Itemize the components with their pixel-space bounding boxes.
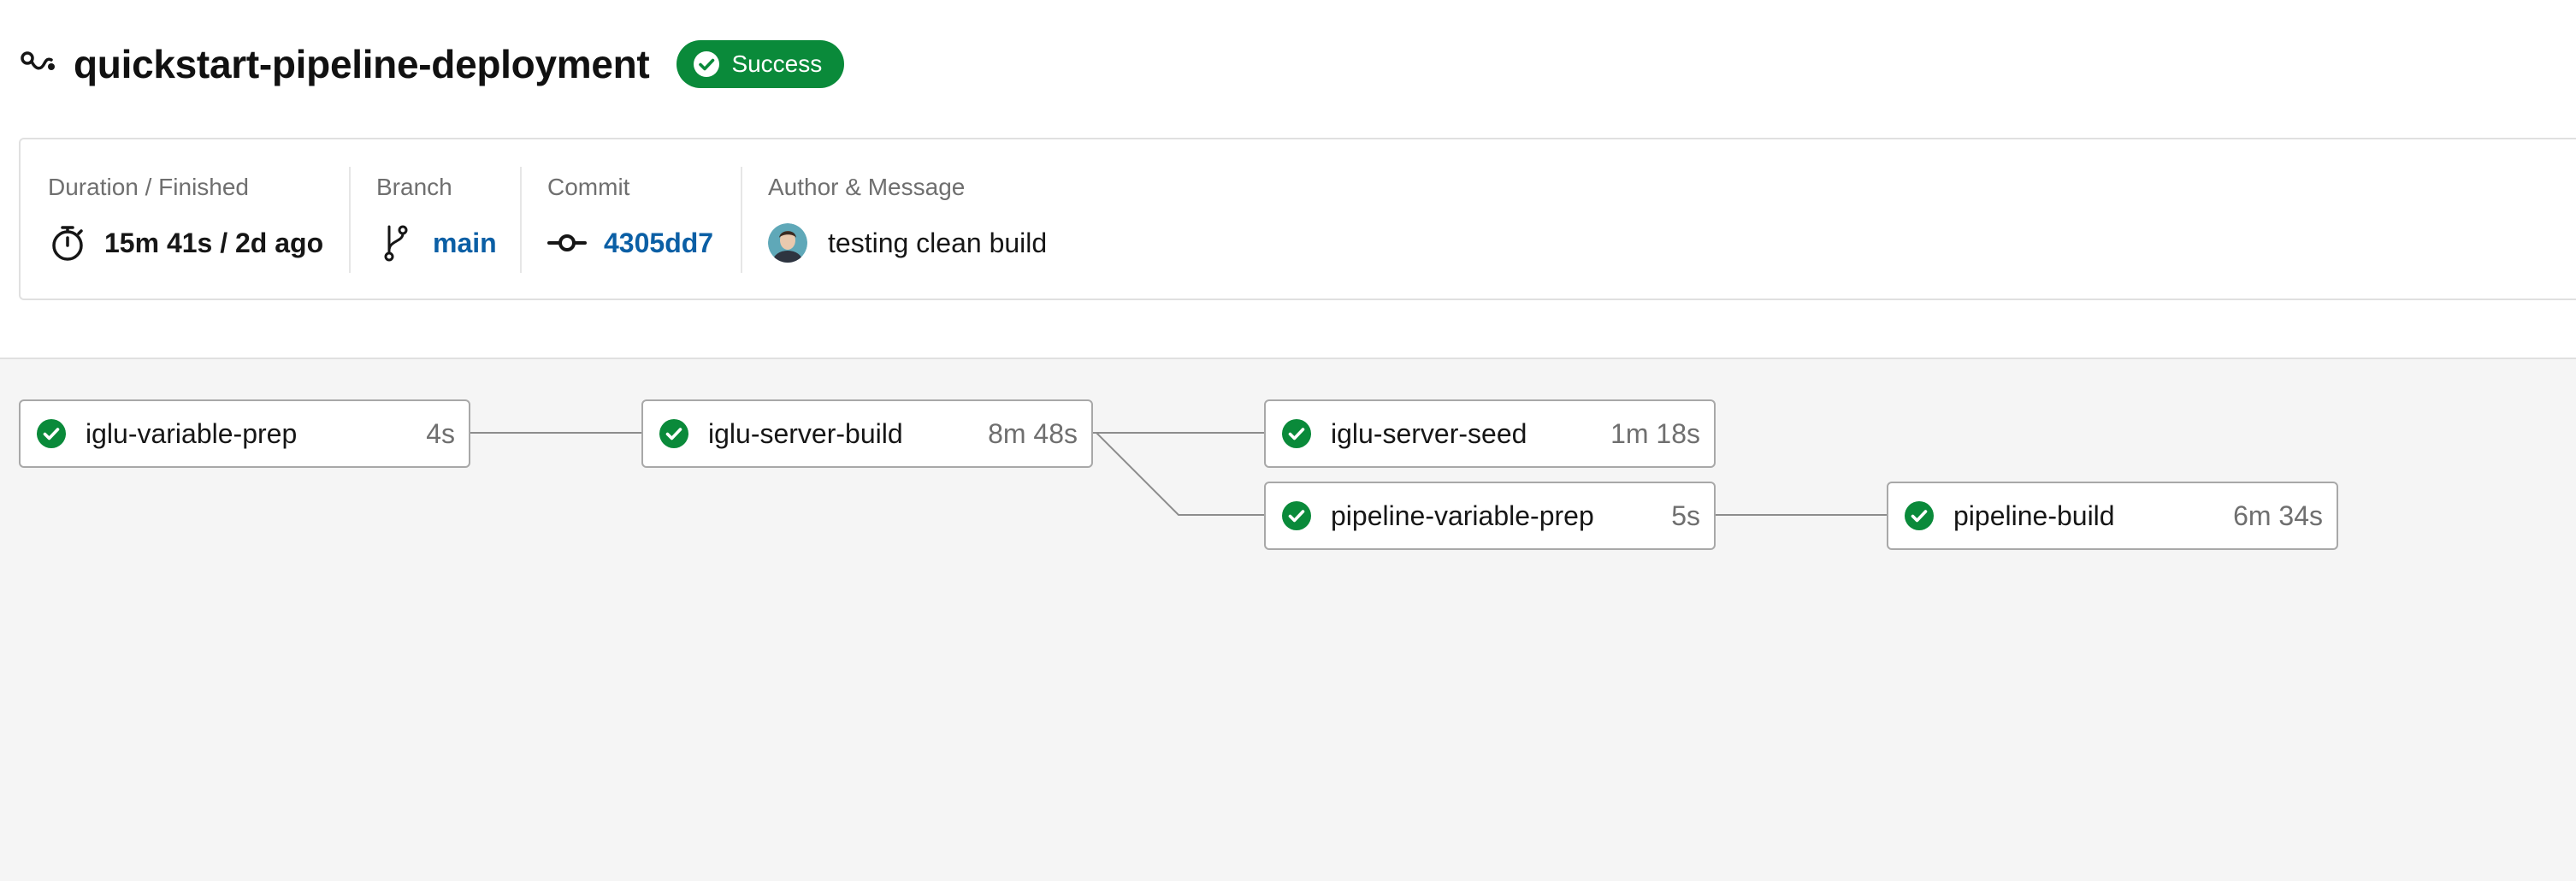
job-node-pipeline-variable-prep[interactable]: pipeline-variable-prep 5s: [1264, 482, 1716, 550]
pipeline-header: quickstart-pipeline-deployment Success D…: [0, 0, 2576, 359]
commit-label: Commit: [547, 174, 630, 200]
page-title: quickstart-pipeline-deployment: [74, 42, 650, 86]
author-section: Author & Message testing clean build: [741, 139, 1168, 299]
commit-section: Commit 4305dd7: [520, 139, 741, 299]
job-name: iglu-server-seed: [1331, 417, 1527, 449]
title-row: quickstart-pipeline-deployment Success: [19, 34, 845, 94]
branch-link[interactable]: main: [433, 228, 497, 259]
job-duration: 6m 34s: [2233, 500, 2323, 531]
success-check-icon: [36, 418, 67, 449]
success-check-icon: [1904, 500, 1935, 531]
branch-value-row: main: [376, 222, 497, 264]
job-duration: 8m 48s: [988, 417, 1078, 449]
branch-label: Branch: [376, 174, 452, 200]
workflow-icon: [19, 44, 58, 84]
success-check-icon: [1281, 500, 1312, 531]
job-node-iglu-variable-prep[interactable]: iglu-variable-prep 4s: [19, 399, 470, 468]
check-circle-icon: [692, 50, 721, 79]
job-name: pipeline-build: [1953, 500, 2115, 531]
commit-message: testing clean build: [828, 227, 1048, 258]
job-name: iglu-variable-prep: [86, 417, 298, 449]
duration-label: Duration / Finished: [48, 174, 250, 200]
duration-value: 15m 41s / 2d ago: [104, 227, 324, 258]
branch-section: Branch main: [349, 139, 520, 299]
job-duration: 1m 18s: [1610, 417, 1700, 449]
commit-icon: [547, 223, 587, 263]
edge-server-build-to-pipeline-variable-prep: [1096, 432, 1266, 516]
avatar[interactable]: [768, 223, 807, 263]
stopwatch-icon: [48, 223, 87, 263]
job-node-pipeline-build[interactable]: pipeline-build 6m 34s: [1887, 482, 2338, 550]
status-badge: Success: [676, 40, 845, 88]
author-value-row: testing clean build: [768, 222, 1047, 264]
workflow-graph: iglu-variable-prep 4s iglu-server-build …: [0, 359, 2576, 881]
branch-icon: [376, 223, 416, 263]
commit-value-row: 4305dd7: [547, 222, 713, 264]
job-name: iglu-server-build: [708, 417, 903, 449]
job-duration: 5s: [1671, 500, 1700, 531]
pipeline-summary-card: Duration / Finished 15m 41s / 2d ago Bra…: [19, 138, 2576, 300]
job-name: pipeline-variable-prep: [1331, 500, 1594, 531]
job-node-iglu-server-seed[interactable]: iglu-server-seed 1m 18s: [1264, 399, 1716, 468]
success-check-icon: [1281, 418, 1312, 449]
status-label: Success: [731, 50, 823, 77]
success-check-icon: [659, 418, 689, 449]
duration-value-row: 15m 41s / 2d ago: [48, 222, 323, 264]
job-node-iglu-server-build[interactable]: iglu-server-build 8m 48s: [641, 399, 1093, 468]
job-duration: 4s: [426, 417, 455, 449]
author-label: Author & Message: [768, 174, 966, 200]
duration-section: Duration / Finished 15m 41s / 2d ago: [21, 139, 349, 299]
commit-link[interactable]: 4305dd7: [604, 228, 713, 259]
